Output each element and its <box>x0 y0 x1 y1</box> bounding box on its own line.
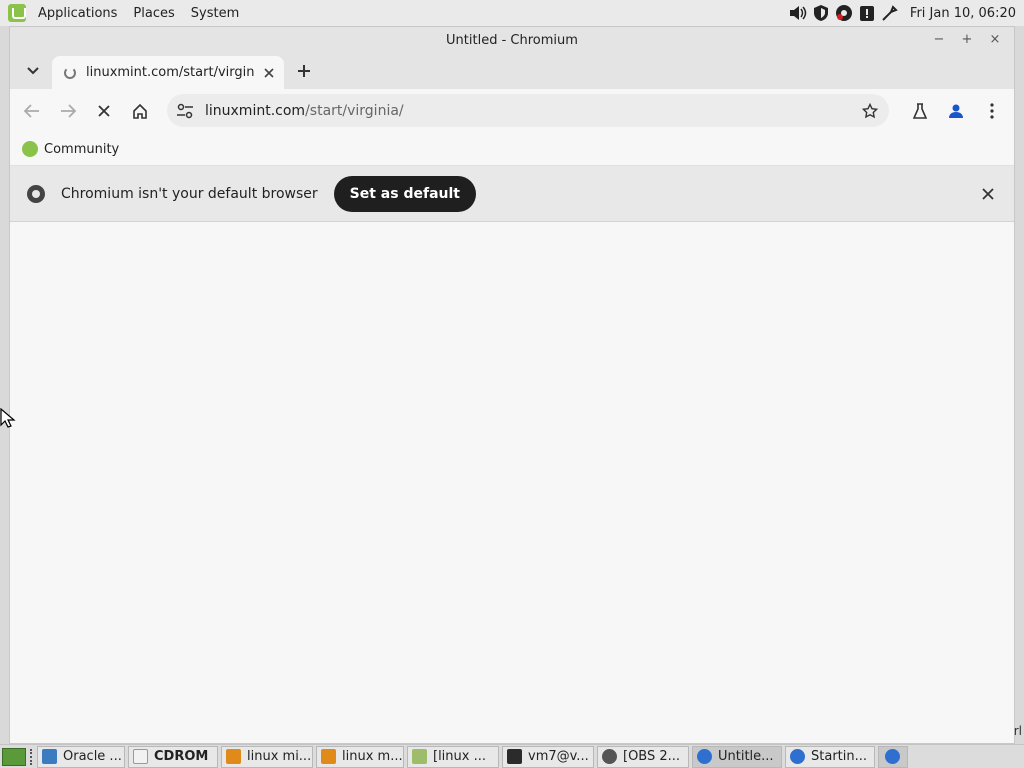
menu-applications[interactable]: Applications <box>34 6 121 21</box>
clock[interactable]: Fri Jan 10, 06:20 <box>910 6 1016 21</box>
star-icon <box>862 103 878 119</box>
terminal-icon <box>507 749 522 764</box>
loading-spinner-icon <box>64 66 76 79</box>
menu-places[interactable]: Places <box>129 6 178 21</box>
task-cdrom[interactable]: CDROM <box>128 745 218 768</box>
home-button[interactable] <box>126 97 154 125</box>
tab-strip: linuxmint.com/start/virginia/ <box>10 53 1014 89</box>
tab-search-button[interactable] <box>20 58 46 84</box>
mint-menu-icon[interactable] <box>8 4 26 22</box>
task-linux-mint-2[interactable]: linux m... <box>316 745 404 768</box>
volume-icon[interactable] <box>788 3 808 23</box>
site-info-icon[interactable] <box>173 99 197 123</box>
close-window-button[interactable]: × <box>984 30 1006 50</box>
obs-icon <box>602 749 617 764</box>
infobar-close-button[interactable] <box>978 184 998 204</box>
browser-window: Untitled - Chromium − + × linuxmint.com/… <box>9 26 1015 744</box>
shield-icon[interactable] <box>811 3 831 23</box>
close-icon <box>264 67 274 78</box>
url-path: /start/virginia/ <box>305 102 404 119</box>
close-icon <box>982 188 994 200</box>
task-starting[interactable]: Startin... <box>785 745 875 768</box>
image-viewer-icon <box>412 749 427 764</box>
minimize-button[interactable]: − <box>928 30 950 50</box>
mouse-cursor-icon <box>0 408 16 428</box>
network-icon[interactable] <box>880 3 900 23</box>
back-button[interactable] <box>18 97 46 125</box>
stop-loading-button[interactable] <box>90 97 118 125</box>
close-icon <box>98 105 110 117</box>
task-chromium-icon-only[interactable] <box>878 745 908 768</box>
edit-icon <box>321 749 336 764</box>
maximize-button[interactable]: + <box>956 30 978 50</box>
chromium-icon <box>790 749 805 764</box>
update-icon[interactable] <box>857 3 877 23</box>
address-bar[interactable]: linuxmint.com/start/virginia/ <box>167 94 889 127</box>
menu-system[interactable]: System <box>187 6 243 21</box>
bookmark-label: Community <box>44 141 120 157</box>
home-icon <box>133 103 147 119</box>
profile-button[interactable] <box>942 97 970 125</box>
more-vert-icon <box>990 103 994 119</box>
flask-icon <box>913 103 927 119</box>
mint-favicon-icon <box>22 141 38 157</box>
arrow-right-icon <box>61 104 76 118</box>
chromium-icon <box>885 749 900 764</box>
task-linux-viewer[interactable]: [linux ... <box>407 745 499 768</box>
chevron-down-icon <box>27 67 39 75</box>
person-icon <box>949 104 963 118</box>
tab-title: linuxmint.com/start/virginia/ <box>86 65 254 80</box>
bookmarks-bar: Community <box>10 133 1014 166</box>
obs-icon[interactable] <box>834 3 854 23</box>
url-text: linuxmint.com/start/virginia/ <box>205 103 404 119</box>
drive-icon <box>133 749 148 764</box>
window-title: Untitled - Chromium <box>446 32 578 48</box>
menu-button[interactable] <box>978 97 1006 125</box>
taskbar: Oracle ... CDROM linux mi... linux m... … <box>0 744 1024 768</box>
task-terminal[interactable]: vm7@v... <box>502 745 594 768</box>
show-desktop-button[interactable] <box>2 747 26 766</box>
chromium-icon <box>27 184 45 203</box>
arrow-left-icon <box>24 104 39 118</box>
tab-active[interactable]: linuxmint.com/start/virginia/ <box>52 56 284 89</box>
set-as-default-button[interactable]: Set as default <box>333 175 476 212</box>
plus-icon <box>298 65 310 77</box>
virtualbox-icon <box>42 749 57 764</box>
task-linux-mint-1[interactable]: linux mi... <box>221 745 313 768</box>
infobar-message: Chromium isn't your default browser <box>61 185 318 202</box>
labs-button[interactable] <box>906 97 934 125</box>
task-obs[interactable]: [OBS 2... <box>597 745 689 768</box>
edge-text: rl <box>1013 724 1022 738</box>
url-domain: linuxmint.com <box>205 102 306 119</box>
task-oracle[interactable]: Oracle ... <box>37 745 125 768</box>
bookmark-star-button[interactable] <box>857 98 883 124</box>
default-browser-infobar: Chromium isn't your default browser Set … <box>10 166 1014 222</box>
bookmark-community[interactable]: Community <box>22 141 119 157</box>
system-tray: Fri Jan 10, 06:20 <box>785 0 1024 26</box>
top-panel: Applications Places System Fri Jan 10, 0… <box>0 0 1024 26</box>
new-tab-button[interactable] <box>292 59 316 83</box>
edit-icon <box>226 749 241 764</box>
forward-button[interactable] <box>54 97 82 125</box>
window-controls: − + × <box>922 30 1006 50</box>
task-chromium-untitled[interactable]: Untitle... <box>692 745 782 768</box>
page-content[interactable] <box>10 226 1014 743</box>
panel-grip[interactable] <box>30 748 34 765</box>
browser-toolbar: linuxmint.com/start/virginia/ <box>10 89 1014 133</box>
tab-close-button[interactable] <box>260 64 278 82</box>
chromium-icon <box>697 749 712 764</box>
window-titlebar[interactable]: Untitled - Chromium − + × <box>10 27 1014 53</box>
